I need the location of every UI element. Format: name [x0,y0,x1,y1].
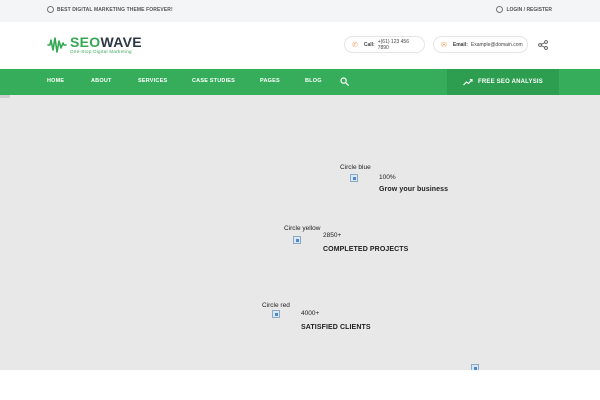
nav-item-pages[interactable]: PAGES [260,78,280,84]
broken-image-icon [350,174,358,182]
tagline-text: BEST DIGITAL MARKETING THEME FOREVER! [57,6,173,13]
stat-label: COMPLETED PROJECTS [323,246,409,253]
envelope-icon: ✉ [441,41,447,49]
free-seo-analysis-button[interactable]: FREE SEO ANALYSIS [447,69,559,95]
broken-image-icon [293,236,301,244]
nav-item-services[interactable]: SERVICES [138,78,167,84]
stats-section [0,95,600,370]
logo-title: SEOWAVE [70,35,142,49]
site-header: SEOWAVE One-Stop Digital Marketing ✆ Cal… [0,22,600,69]
stat-image-alt: Circle red [262,302,290,309]
logo-text: SEOWAVE One-Stop Digital Marketing [70,35,142,55]
logo-wave: WAVE [100,34,142,50]
nav-item-about[interactable]: ABOUT [91,78,112,84]
free-seo-analysis-label[interactable]: FREE SEO ANALYSIS [478,79,543,85]
email-address[interactable]: Example@domain.com [471,42,523,48]
broken-image-icon [272,310,280,318]
scroll-indicator [0,95,10,98]
page-bottom-strip [0,370,600,400]
stat-image-alt: Circle yellow [284,225,321,232]
phone-contact[interactable]: ✆ Call: +(61) 123 456 7890 [344,36,425,53]
login-register-text[interactable]: LOGIN / REGISTER [506,7,552,13]
logo-seo: SEO [70,34,101,50]
search-icon[interactable] [340,77,349,86]
login-register-link[interactable]: LOGIN / REGISTER [496,6,552,13]
stat-label: SATISFIED CLIENTS [301,324,371,331]
stat-label: Grow your business [379,186,449,193]
phone-icon: ✆ [352,41,358,49]
email-contact[interactable]: ✉ Email: Example@domain.com [433,36,528,53]
trend-up-icon [463,78,473,86]
stat-image-alt: Circle blue [340,164,371,171]
user-icon [496,6,504,13]
nav-item-blog[interactable]: BLOG [305,78,322,84]
top-bar-tagline: BEST DIGITAL MARKETING THEME FOREVER! [47,6,173,13]
top-bar: BEST DIGITAL MARKETING THEME FOREVER! LO… [0,0,600,22]
stat-value: 4000+ [301,310,320,317]
nav-item-home[interactable]: HOME [47,78,64,84]
phone-label: Call: [363,41,375,48]
logo-tagline: One-Stop Digital Marketing [70,49,132,54]
stat-value: 100% [379,174,396,181]
phone-number[interactable]: +(61) 123 456 7890 [378,39,417,51]
site-logo[interactable]: SEOWAVE One-Stop Digital Marketing [47,35,142,55]
email-label: Email: [452,41,468,48]
stat-value: 2850+ [323,232,342,239]
share-icon[interactable] [538,40,548,50]
waveform-logo-icon [47,36,67,53]
globe-icon [47,6,54,13]
nav-item-case-studies[interactable]: CASE STUDIES [192,78,235,84]
